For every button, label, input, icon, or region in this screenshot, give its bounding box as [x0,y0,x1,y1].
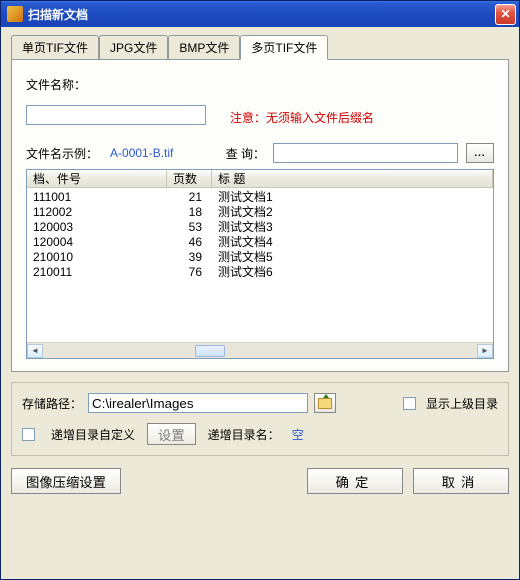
titlebar: 扫描新文档 ✕ [1,1,519,27]
incremental-custom-checkbox[interactable] [22,428,35,441]
browse-folder-button[interactable] [314,393,336,413]
tab-multi-tif[interactable]: 多页TIF文件 [240,35,328,60]
tab-bmp[interactable]: BMP文件 [168,35,240,59]
example-value: A-0001-B.tif [110,146,173,160]
tab-single-tif[interactable]: 单页TIF文件 [11,35,99,59]
cell-id: 120004 [27,235,167,249]
show-parent-checkbox[interactable] [403,397,416,410]
query-browse-button[interactable]: ... [466,143,494,163]
cell-id: 112002 [27,205,167,219]
compress-settings-button[interactable]: 图像压缩设置 [11,468,121,494]
cell-id: 111001 [27,190,167,204]
incremental-custom-label: 递增目录自定义 [51,426,135,443]
col-header-title[interactable]: 标 题 [212,170,493,187]
cell-pages: 21 [167,190,212,204]
tab-panel-multi-tif: 文件名称： 注意：无须输入文件后缀名 文件名示例： A-0001-B.tif 查… [11,59,509,372]
cell-id: 210010 [27,250,167,264]
scroll-right-arrow-icon[interactable]: ► [477,344,493,358]
storage-group: 存储路径： 显示上级目录 递增目录自定义 设置 递增目录名： 空 [11,382,509,456]
listview-body: 11100121测试文档111200218测试文档212000353测试文档31… [27,188,493,342]
listview-h-scrollbar[interactable]: ◄ ► [27,342,493,358]
cell-title: 测试文档6 [212,263,493,280]
cell-pages: 53 [167,220,212,234]
cell-pages: 39 [167,250,212,264]
storage-path-input[interactable] [88,393,308,413]
close-icon: ✕ [500,7,510,21]
app-icon [7,6,23,22]
tab-strip: 单页TIF文件 JPG文件 BMP文件 多页TIF文件 [11,35,509,59]
incremental-name-label: 递增目录名： [208,426,280,443]
bottom-button-row: 图像压缩设置 确定 取消 [11,468,509,494]
table-row[interactable]: 21001176测试文档6 [27,264,493,279]
scroll-left-arrow-icon[interactable]: ◄ [27,344,43,358]
query-input[interactable] [273,143,458,163]
incremental-set-button[interactable]: 设置 [147,423,196,445]
incremental-name-value: 空 [292,426,304,443]
cancel-button[interactable]: 取消 [413,468,509,494]
col-header-id[interactable]: 档、件号 [27,170,167,187]
table-row[interactable]: 21001039测试文档5 [27,249,493,264]
tab-jpg[interactable]: JPG文件 [99,35,168,59]
window-title: 扫描新文档 [28,6,495,23]
table-row[interactable]: 12000446测试文档4 [27,234,493,249]
scroll-thumb[interactable] [195,345,225,357]
folder-up-icon [318,398,332,409]
storage-label: 存储路径： [22,395,82,412]
col-header-pages[interactable]: 页数 [167,170,212,187]
example-label: 文件名示例： [26,145,98,162]
cell-id: 210011 [27,265,167,279]
query-label: 查 询： [226,145,265,162]
scroll-track[interactable] [43,344,477,358]
filename-warning: 注意：无须输入文件后缀名 [230,109,374,126]
close-button[interactable]: ✕ [495,4,516,25]
table-row[interactable]: 11200218测试文档2 [27,204,493,219]
dialog-window: 扫描新文档 ✕ 单页TIF文件 JPG文件 BMP文件 多页TIF文件 文件名称… [0,0,520,580]
cell-pages: 18 [167,205,212,219]
listview-header: 档、件号 页数 标 题 [27,170,493,188]
client-area: 单页TIF文件 JPG文件 BMP文件 多页TIF文件 文件名称： 注意：无须输… [1,27,519,579]
file-listview[interactable]: 档、件号 页数 标 题 11100121测试文档111200218测试文档212… [26,169,494,359]
table-row[interactable]: 11100121测试文档1 [27,189,493,204]
table-row[interactable]: 12000353测试文档3 [27,219,493,234]
ok-button[interactable]: 确定 [307,468,403,494]
cell-id: 120003 [27,220,167,234]
filename-label: 文件名称： [26,76,86,93]
cell-pages: 76 [167,265,212,279]
show-parent-label: 显示上级目录 [426,395,498,412]
cell-pages: 46 [167,235,212,249]
filename-input[interactable] [26,105,206,125]
